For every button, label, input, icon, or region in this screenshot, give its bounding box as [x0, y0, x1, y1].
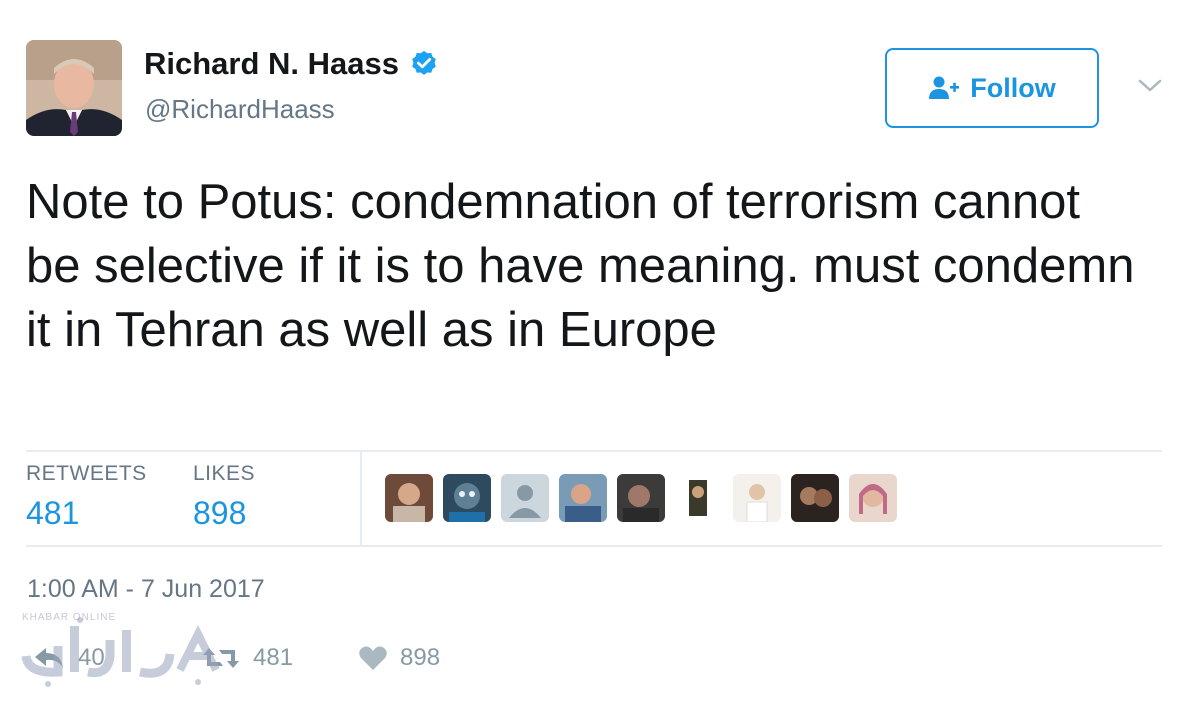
likers-avatars — [385, 474, 897, 522]
author-name[interactable]: Richard N. Haass — [144, 46, 399, 82]
likes-label[interactable]: LIKES — [193, 462, 255, 486]
retweet-count: 481 — [253, 644, 294, 671]
tweet-timestamp[interactable]: 1:00 AM - 7 Jun 2017 — [27, 575, 265, 604]
verified-badge-icon — [412, 50, 436, 75]
liker-avatar[interactable] — [385, 474, 433, 522]
stats-top-divider — [26, 450, 1162, 452]
author-avatar-image — [26, 40, 122, 136]
author-handle[interactable]: @RichardHaass — [145, 94, 335, 125]
like-button[interactable]: 898 — [358, 644, 440, 672]
author-avatar[interactable] — [26, 40, 122, 136]
liker-avatar[interactable] — [617, 474, 665, 522]
liker-avatar[interactable] — [849, 474, 897, 522]
likes-count[interactable]: 898 — [193, 495, 246, 532]
heart-icon — [359, 646, 387, 670]
like-count: 898 — [400, 644, 441, 671]
stats-separator — [360, 452, 362, 546]
tweet-text: Note to Potus: condemnation of terrorism… — [26, 175, 1135, 357]
retweets-count[interactable]: 481 — [26, 495, 79, 532]
liker-avatar[interactable] — [791, 474, 839, 522]
liker-avatar[interactable] — [675, 474, 723, 522]
retweets-label[interactable]: RETWEETS — [26, 462, 147, 486]
liker-avatar[interactable] — [559, 474, 607, 522]
follow-button-label: Follow — [970, 72, 1056, 103]
author-name-row[interactable]: Richard N. Haass — [144, 46, 439, 82]
liker-avatar[interactable] — [501, 474, 549, 522]
follow-button[interactable]: Follow — [885, 48, 1099, 128]
liker-avatar[interactable] — [443, 474, 491, 522]
chevron-down-icon[interactable] — [1136, 74, 1164, 98]
watermark-logo — [21, 617, 220, 687]
stats-bottom-divider — [26, 545, 1162, 547]
liker-avatar[interactable] — [733, 474, 781, 522]
add-user-icon — [929, 76, 960, 99]
